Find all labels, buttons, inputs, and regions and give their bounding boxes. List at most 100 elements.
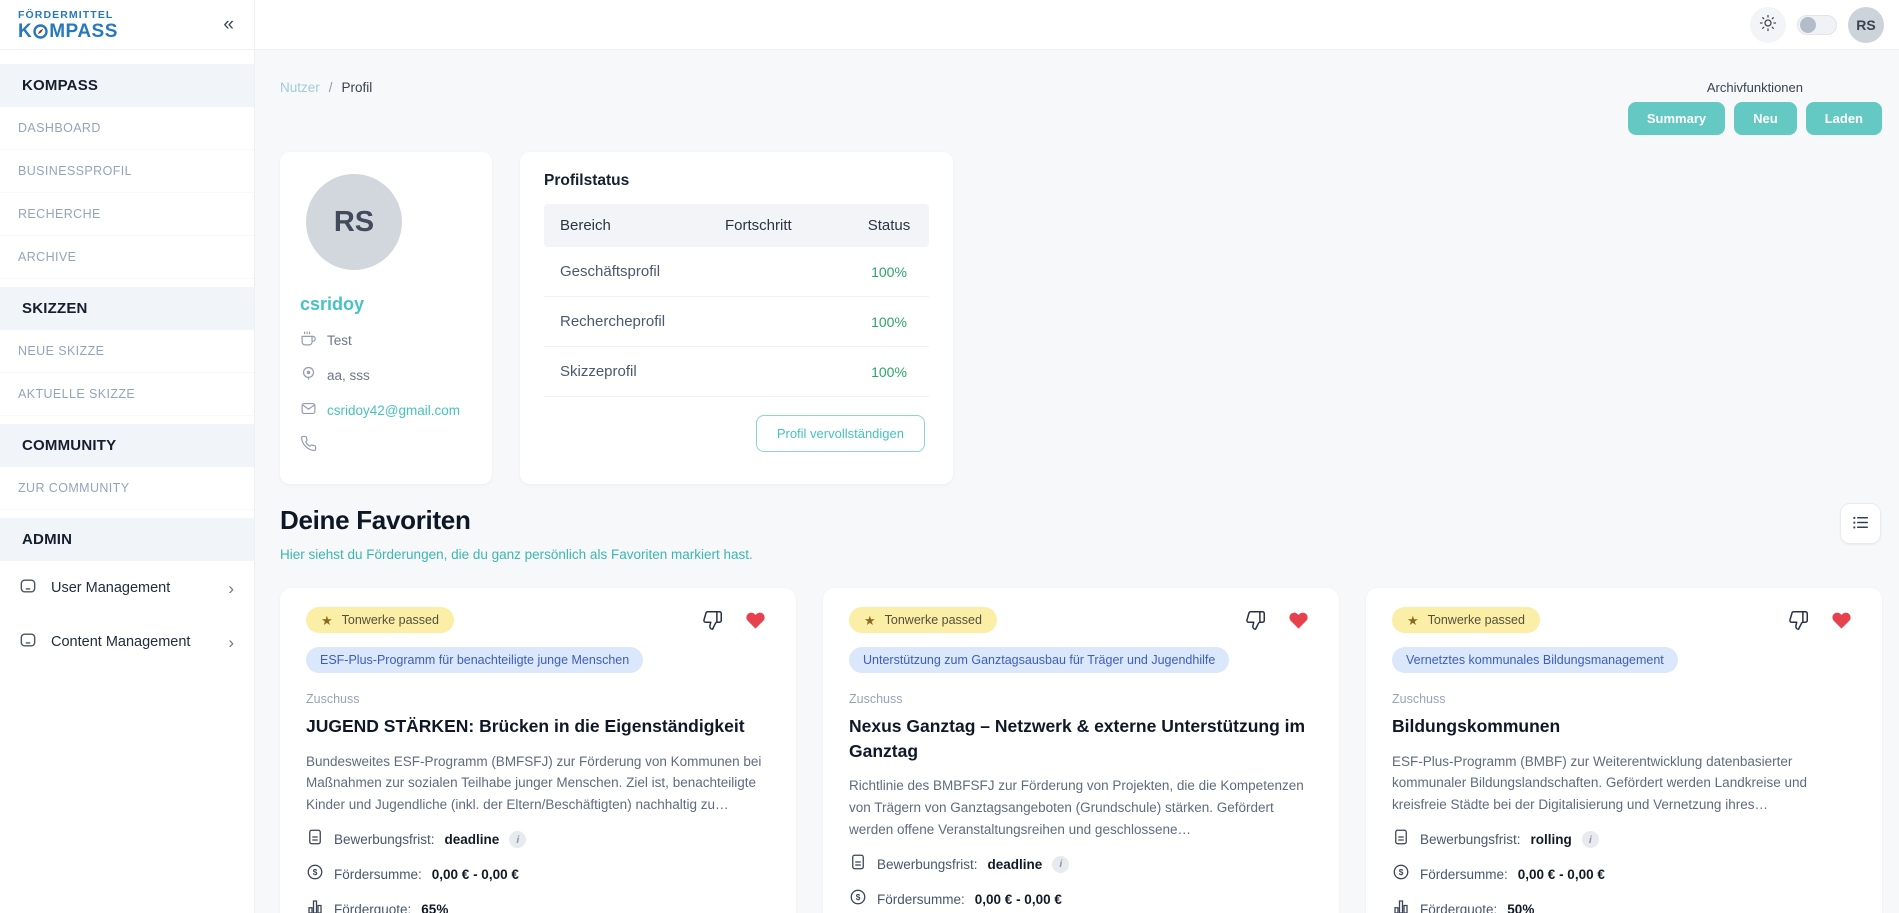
- sidebar-item-zur-community[interactable]: ZUR COMMUNITY: [0, 467, 254, 510]
- sidebar-item-neue-skizze[interactable]: NEUE SKIZZE: [0, 330, 254, 373]
- funding-card[interactable]: ★ Tonwerke passed Unterstützung zum Ganz…: [823, 588, 1339, 913]
- column-bereich: Bereich: [560, 217, 725, 234]
- dislike-button[interactable]: [1245, 610, 1266, 631]
- favorites-subtitle: Hier siehst du Förderungen, die du ganz …: [280, 547, 1882, 562]
- profile-location: aa, sss: [327, 368, 370, 383]
- funding-type: Zuschuss: [1392, 692, 1856, 706]
- funding-description: Bundesweites ESF-Programm (BMFSFJ) zur F…: [306, 751, 770, 817]
- sidebar-item-content-management[interactable]: Content Management ›: [0, 615, 254, 669]
- sidebar-item-businessprofil[interactable]: BUSINESSPROFIL: [0, 150, 254, 193]
- funding-description: ESF-Plus-Programm (BMBF) zur Weiterentwi…: [1392, 751, 1856, 817]
- status-badge: ★ Tonwerke passed: [1392, 607, 1540, 633]
- toggle-knob: [1800, 17, 1816, 33]
- program-tag: Vernetztes kommunales Bildungsmanagement: [1392, 647, 1678, 673]
- funding-card[interactable]: ★ Tonwerke passed Vernetztes kommunales …: [1366, 588, 1882, 913]
- status-badge: ★ Tonwerke passed: [849, 607, 997, 633]
- funding-type: Zuschuss: [306, 692, 770, 706]
- sidebar-section-admin: ADMIN: [0, 518, 254, 561]
- document-icon: [306, 828, 324, 851]
- bar-chart-icon: [1392, 898, 1410, 913]
- funding-description: Richtlinie des BMBFSFJ zur Förderung von…: [849, 775, 1313, 841]
- app-logo[interactable]: FÖRDERMITTEL K MPASS: [18, 9, 118, 41]
- dislike-button[interactable]: [702, 610, 723, 631]
- compass-icon: [33, 24, 48, 39]
- sidebar-item-recherche[interactable]: RECHERCHE: [0, 193, 254, 236]
- sidebar: FÖRDERMITTEL K MPASS « KOMPASS DASHBOARD…: [0, 0, 255, 913]
- laden-button[interactable]: Laden: [1806, 102, 1882, 135]
- svg-text:$: $: [856, 893, 861, 902]
- funding-title[interactable]: Bildungskommunen: [1392, 714, 1856, 739]
- profile-email[interactable]: csridoy42@gmail.com: [327, 403, 460, 418]
- info-icon[interactable]: i: [1582, 831, 1599, 848]
- status-badge: ★ Tonwerke passed: [306, 607, 454, 633]
- breadcrumb-separator: /: [329, 80, 333, 95]
- funding-title[interactable]: JUGEND STÄRKEN: Brücken in die Eigenstän…: [306, 714, 770, 739]
- breadcrumb-nutzer[interactable]: Nutzer: [280, 80, 320, 95]
- theme-light-button[interactable]: [1750, 7, 1786, 43]
- sidebar-item-dashboard[interactable]: DASHBOARD: [0, 107, 254, 150]
- logo-line2: K MPASS: [18, 22, 118, 41]
- dislike-button[interactable]: [1788, 610, 1809, 631]
- list-icon: [1851, 513, 1870, 535]
- chevron-right-icon: ›: [228, 634, 234, 651]
- funding-title[interactable]: Nexus Ganztag – Netzwerk & externe Unter…: [849, 714, 1313, 763]
- organization-icon: [300, 330, 317, 350]
- program-tag: Unterstützung zum Ganztagsausbau für Trä…: [849, 647, 1229, 673]
- status-table-header: Bereich Fortschritt Status: [544, 204, 929, 247]
- location-icon: [300, 365, 317, 385]
- main-content: Nutzer / Profil Archivfunktionen Summary…: [255, 50, 1899, 913]
- profile-card: RS csridoy Test aa, sss csridoy42@gmail.…: [280, 152, 492, 484]
- user-avatar[interactable]: RS: [1848, 7, 1884, 43]
- favorite-heart-button[interactable]: [1831, 610, 1852, 631]
- sidebar-collapse-button[interactable]: «: [223, 15, 234, 34]
- favorites-grid: ★ Tonwerke passed ESF-Plus-Programm für …: [280, 588, 1882, 913]
- list-view-button[interactable]: [1840, 503, 1881, 544]
- progress-value: 100%: [865, 314, 913, 330]
- mail-icon: [300, 400, 317, 420]
- progress-value: 100%: [865, 264, 913, 280]
- funding-type: Zuschuss: [849, 692, 1313, 706]
- app-window: FÖRDERMITTEL K MPASS « KOMPASS DASHBOARD…: [0, 0, 1899, 913]
- funding-card[interactable]: ★ Tonwerke passed ESF-Plus-Programm für …: [280, 588, 796, 913]
- chevron-right-icon: ›: [228, 580, 234, 597]
- document-icon: [849, 853, 867, 876]
- panel-icon: [18, 576, 38, 600]
- complete-profile-button[interactable]: Profil vervollständigen: [756, 415, 925, 452]
- info-icon[interactable]: i: [1052, 856, 1069, 873]
- favorite-heart-button[interactable]: [1288, 610, 1309, 631]
- sidebar-item-aktuelle-skizze[interactable]: AKTUELLE SKIZZE: [0, 373, 254, 416]
- breadcrumb: Nutzer / Profil: [280, 80, 372, 95]
- star-icon: ★: [1407, 614, 1419, 627]
- sidebar-item-archive[interactable]: ARCHIVE: [0, 236, 254, 279]
- dark-mode-toggle[interactable]: [1797, 15, 1837, 35]
- favorite-heart-button[interactable]: [745, 610, 766, 631]
- panel-icon: [18, 630, 38, 654]
- profile-status-card: Profilstatus Bereich Fortschritt Status …: [520, 152, 953, 484]
- favorites-title: Deine Favoriten: [280, 505, 1882, 536]
- star-icon: ★: [321, 614, 333, 627]
- profile-avatar: RS: [306, 174, 402, 270]
- table-row: Rechercheprofil 100%: [544, 297, 929, 347]
- money-icon: $: [1392, 863, 1410, 886]
- breadcrumb-profil: Profil: [342, 80, 373, 95]
- logo-line1: FÖRDERMITTEL: [18, 9, 118, 21]
- document-icon: [1392, 828, 1410, 851]
- archive-functions-label: Archivfunktionen: [1707, 80, 1803, 95]
- sun-icon: [1759, 14, 1777, 35]
- phone-icon: [300, 435, 317, 455]
- sidebar-item-user-management[interactable]: User Management ›: [0, 561, 254, 615]
- sidebar-section-community: COMMUNITY: [0, 424, 254, 467]
- bar-chart-icon: [306, 898, 324, 913]
- summary-button[interactable]: Summary: [1628, 102, 1725, 135]
- column-status: Status: [865, 217, 913, 234]
- info-icon[interactable]: i: [509, 831, 526, 848]
- neu-button[interactable]: Neu: [1734, 102, 1797, 135]
- archive-functions: Archivfunktionen Summary Neu Laden: [1628, 80, 1882, 135]
- topbar: RS: [255, 0, 1899, 50]
- sidebar-section-skizzen: SKIZZEN: [0, 287, 254, 330]
- star-icon: ★: [864, 614, 876, 627]
- profile-status-title: Profilstatus: [544, 172, 929, 190]
- column-fortschritt: Fortschritt: [725, 217, 865, 234]
- profile-organization: Test: [327, 333, 352, 348]
- table-row: Geschäftsprofil 100%: [544, 247, 929, 297]
